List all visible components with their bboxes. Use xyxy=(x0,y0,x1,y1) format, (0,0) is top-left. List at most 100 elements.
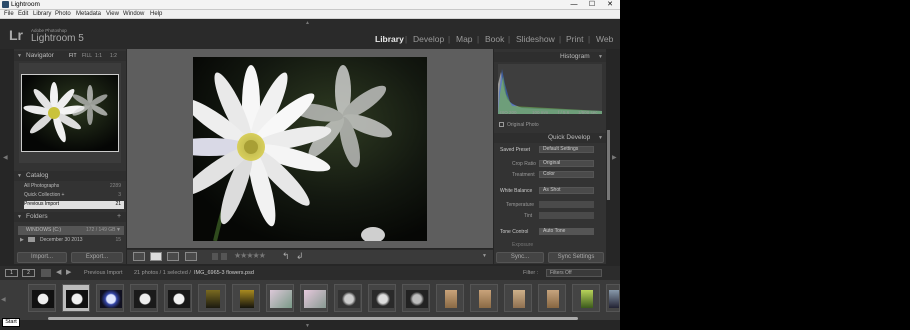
flag-reject-icon[interactable] xyxy=(221,253,227,260)
sync-settings-button[interactable]: Sync Settings xyxy=(548,252,604,263)
rotate-left-icon[interactable]: ↰ xyxy=(282,251,290,262)
temperature-buttons[interactable] xyxy=(539,201,594,208)
module-print[interactable]: Print xyxy=(566,34,583,44)
menu-metadata[interactable]: Metadata xyxy=(76,11,101,17)
export-button[interactable]: Export... xyxy=(71,252,123,263)
filmstrip-thumb[interactable] xyxy=(266,284,294,312)
filmstrip-thumb[interactable] xyxy=(96,284,124,312)
folder-item[interactable]: ▶ December 30 2013 15 xyxy=(18,237,124,245)
right-panel-scrollbar[interactable] xyxy=(607,130,610,200)
menu-photo[interactable]: Photo xyxy=(55,11,71,17)
import-button[interactable]: Import... xyxy=(17,252,67,263)
catalog-item-all-photographs[interactable]: All Photographs 2289 xyxy=(24,183,124,191)
bottom-panel-toggle-icon[interactable]: ▼ xyxy=(305,323,310,329)
page-2-button[interactable]: 2 xyxy=(22,269,35,277)
compare-view-icon[interactable] xyxy=(167,252,179,261)
white-balance-select[interactable]: As Shot xyxy=(539,187,594,194)
original-photo-checkbox[interactable] xyxy=(499,122,504,127)
menu-window[interactable]: Window xyxy=(123,11,144,17)
navigator-header[interactable]: ▼ Navigator FIT FILL 1:1 1:2 xyxy=(14,51,126,61)
module-slideshow[interactable]: Slideshow xyxy=(516,34,555,44)
volume-windows-c[interactable]: WINDOWS (C:) 172 / 149 GB ▼ xyxy=(18,226,124,235)
filmstrip-filename[interactable]: IMG_6965-3 flowers.psd xyxy=(194,270,254,276)
filmstrip-thumb[interactable] xyxy=(538,284,566,312)
grid-view-icon[interactable] xyxy=(133,252,145,261)
tint-buttons[interactable] xyxy=(539,212,594,219)
catalog-header[interactable]: ▼ Catalog xyxy=(14,171,126,181)
grid-icon[interactable] xyxy=(41,269,51,277)
module-web[interactable]: Web xyxy=(596,34,613,44)
menu-view[interactable]: View xyxy=(106,11,119,17)
right-panel: Histogram ▼ ISO 200 100 mm f / 5.6 1/500… xyxy=(494,49,606,264)
zoom-fill[interactable]: FILL xyxy=(82,53,92,59)
expand-triangle-icon: ▶ xyxy=(20,237,24,243)
folders-title: Folders xyxy=(26,213,48,220)
star-rating[interactable]: ★★★★★ xyxy=(234,251,266,260)
filmstrip-thumb[interactable] xyxy=(28,284,56,312)
exif-iso: ISO 200 xyxy=(500,110,517,115)
module-book[interactable]: Book xyxy=(485,34,504,44)
page-1-button[interactable]: 1 xyxy=(5,269,18,277)
toolbar-menu-icon[interactable]: ▼ xyxy=(482,253,487,259)
filmstrip-thumb[interactable] xyxy=(572,284,600,312)
forward-arrow-icon[interactable]: ▶ xyxy=(66,268,71,276)
zoom-1-1[interactable]: 1:1 xyxy=(95,53,102,59)
filmstrip-thumb[interactable] xyxy=(130,284,158,312)
module-map[interactable]: Map xyxy=(456,34,473,44)
filmstrip-thumb[interactable] xyxy=(606,284,620,312)
window-title: Lightroom xyxy=(11,1,40,8)
crop-ratio-select[interactable]: Original xyxy=(539,160,594,167)
filmstrip-thumb[interactable] xyxy=(232,284,260,312)
module-library[interactable]: Library xyxy=(375,34,404,44)
navigator-preview[interactable] xyxy=(19,63,121,163)
filmstrip-scrollbar[interactable] xyxy=(48,317,578,320)
menu-help[interactable]: Help xyxy=(150,11,162,17)
menu-file[interactable]: File xyxy=(4,11,14,17)
main-photo[interactable] xyxy=(193,57,427,241)
saved-preset-select[interactable]: Default Settings xyxy=(539,146,594,153)
filmstrip-thumb[interactable] xyxy=(334,284,362,312)
zoom-1-2[interactable]: 1:2 xyxy=(110,53,117,59)
left-panel-toggle-icon[interactable]: ◀ xyxy=(3,154,8,161)
filmstrip-thumb-selected[interactable] xyxy=(62,284,90,312)
folder-icon xyxy=(28,237,35,242)
filmstrip-thumb[interactable] xyxy=(198,284,226,312)
auto-tone-button[interactable]: Auto Tone xyxy=(539,228,594,235)
filmstrip-left-toggle-icon[interactable]: ◀ xyxy=(1,296,6,303)
close-button[interactable]: ✕ xyxy=(602,0,618,9)
rotate-right-icon[interactable]: ↲ xyxy=(296,251,304,262)
filmstrip-thumb[interactable] xyxy=(164,284,192,312)
filmstrip-thumb[interactable] xyxy=(402,284,430,312)
filmstrip-thumb[interactable] xyxy=(436,284,464,312)
catalog-item-previous-import[interactable]: Previous Import 21 xyxy=(24,201,124,209)
histogram-header[interactable]: Histogram ▼ xyxy=(494,52,606,62)
add-folder-button[interactable]: + xyxy=(117,213,121,220)
module-develop[interactable]: Develop xyxy=(413,34,444,44)
folders-header[interactable]: ▼ Folders + xyxy=(14,212,126,222)
start-button[interactable]: Start xyxy=(2,318,20,327)
loupe-view-icon[interactable] xyxy=(150,252,162,261)
treatment-select[interactable]: Color xyxy=(539,171,594,178)
filmstrip-thumb[interactable] xyxy=(368,284,396,312)
filter-select[interactable]: Filters Off xyxy=(546,269,602,277)
maximize-button[interactable]: ☐ xyxy=(584,0,600,9)
saved-preset-label: Saved Preset xyxy=(500,147,531,153)
catalog-item-quick-collection[interactable]: Quick Collection + 3 xyxy=(24,192,124,200)
menu-edit[interactable]: Edit xyxy=(18,11,28,17)
quick-develop-header[interactable]: Quick Develop ▼ xyxy=(494,133,606,143)
back-arrow-icon[interactable]: ◀ xyxy=(56,268,61,276)
filmstrip-thumb[interactable] xyxy=(300,284,328,312)
right-panel-toggle-icon[interactable]: ▶ xyxy=(612,154,617,161)
sync-button[interactable]: Sync... xyxy=(496,252,544,263)
minimize-button[interactable]: — xyxy=(566,0,582,9)
filmstrip-thumb[interactable] xyxy=(504,284,532,312)
zoom-fit[interactable]: FIT xyxy=(69,53,77,59)
filmstrip-thumb[interactable] xyxy=(470,284,498,312)
catalog-item-count: 3 xyxy=(118,192,121,198)
filmstrip-source[interactable]: Previous Import xyxy=(84,270,123,276)
flag-pick-icon[interactable] xyxy=(212,253,218,260)
navigator-title: Navigator xyxy=(26,52,54,59)
top-panel-toggle-icon[interactable]: ▲ xyxy=(305,20,310,26)
menu-library[interactable]: Library xyxy=(33,11,51,17)
survey-view-icon[interactable] xyxy=(185,252,197,261)
